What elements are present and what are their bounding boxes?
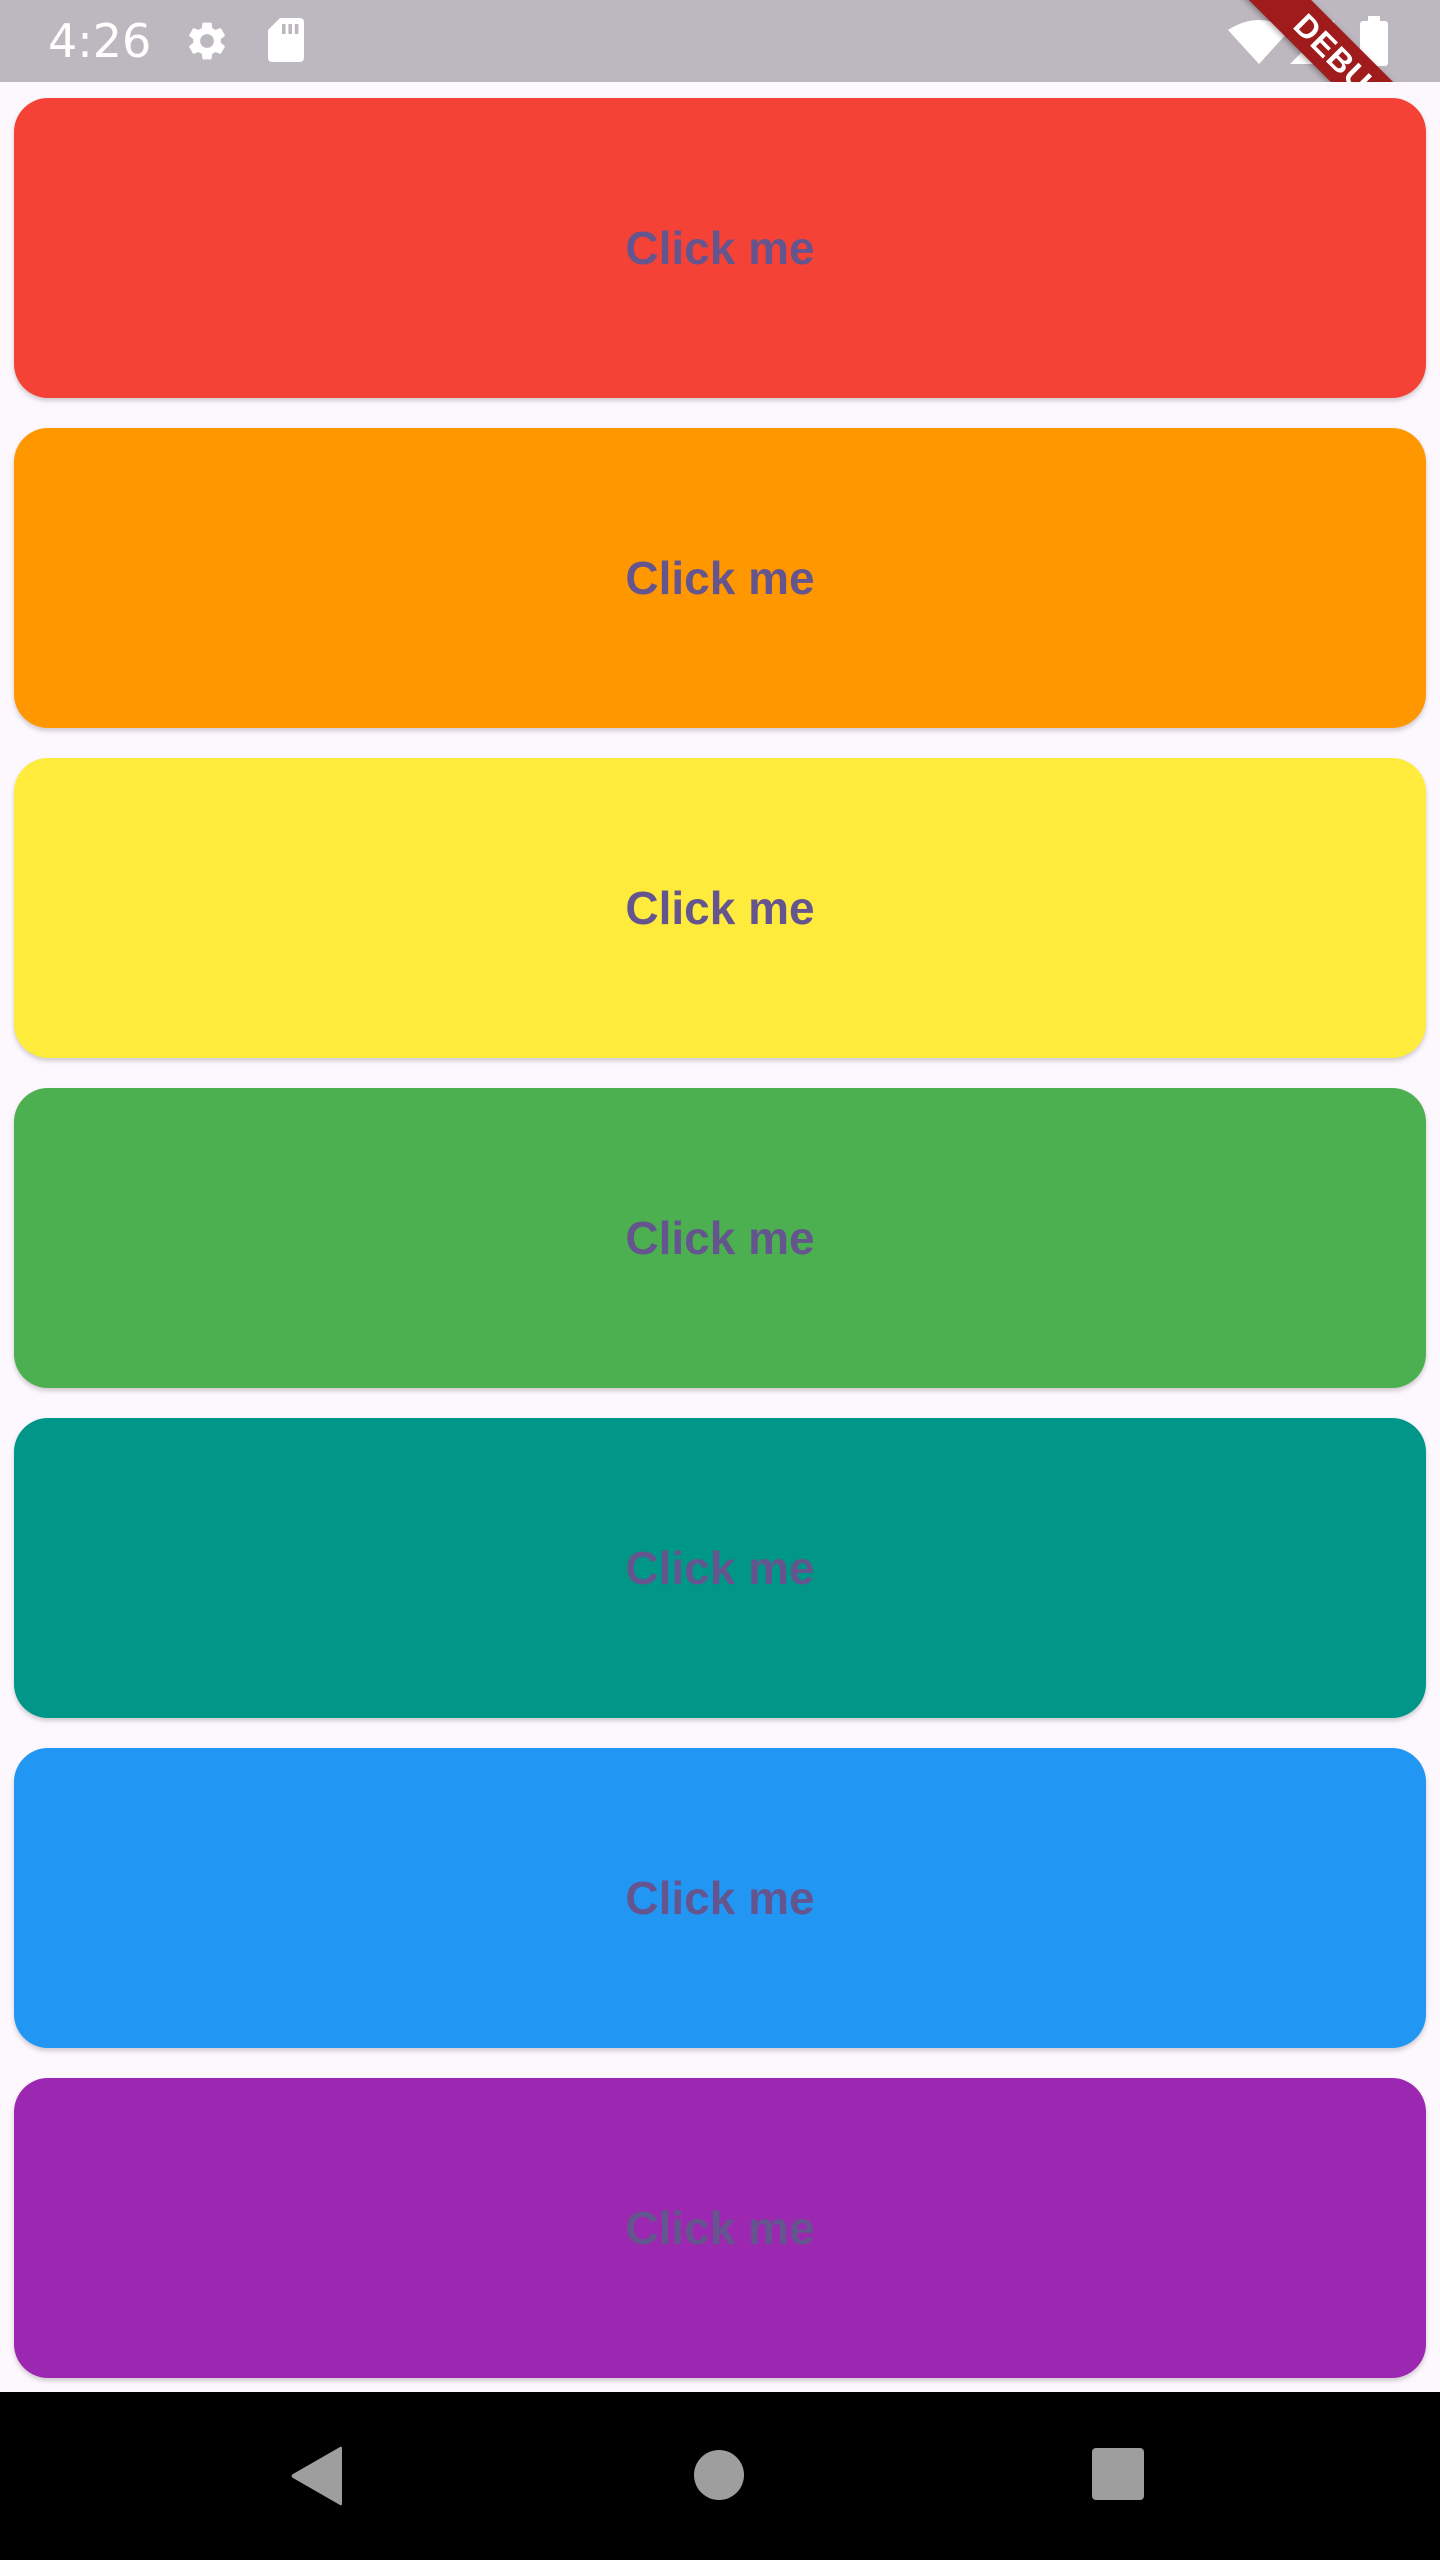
- button-label: Click me: [625, 2202, 815, 2254]
- recents-icon[interactable]: [1092, 2448, 1144, 2500]
- yellow-button[interactable]: Click me: [14, 758, 1426, 1058]
- button-label: Click me: [625, 882, 815, 934]
- button-list: Click me Click me Click me Click me Clic…: [14, 98, 1426, 2408]
- button-label: Click me: [625, 1212, 815, 1264]
- status-bar: 4:26 DEBUG: [0, 0, 1440, 82]
- button-label: Click me: [625, 552, 815, 604]
- orange-button[interactable]: Click me: [14, 428, 1426, 728]
- sd-card-icon: [268, 18, 304, 62]
- button-label: Click me: [625, 1872, 815, 1924]
- home-icon[interactable]: [694, 2450, 744, 2500]
- green-button[interactable]: Click me: [14, 1088, 1426, 1388]
- teal-button[interactable]: Click me: [14, 1418, 1426, 1718]
- gear-icon: [189, 22, 225, 60]
- status-time: 4:26: [48, 14, 152, 68]
- button-label: Click me: [625, 222, 815, 274]
- button-label: Click me: [625, 1542, 815, 1594]
- red-button[interactable]: Click me: [14, 98, 1426, 398]
- blue-button[interactable]: Click me: [14, 1748, 1426, 2048]
- back-icon[interactable]: [290, 2446, 342, 2506]
- purple-button[interactable]: Click me: [14, 2078, 1426, 2378]
- navigation-bar: [0, 2392, 1440, 2560]
